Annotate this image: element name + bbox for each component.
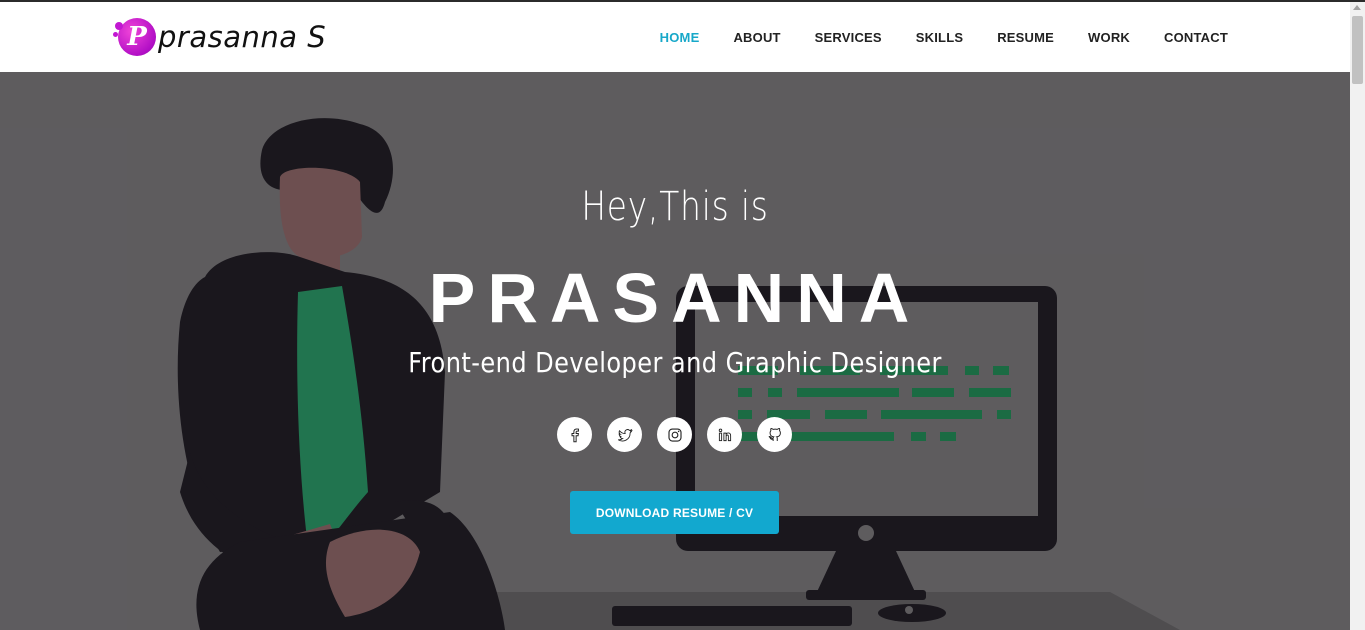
facebook-icon xyxy=(571,428,579,442)
hero-greeting: Hey,This is xyxy=(581,184,769,230)
nav-item-resume[interactable]: RESUME xyxy=(997,30,1054,45)
logo-letter: P xyxy=(127,22,147,52)
github-icon xyxy=(768,427,781,441)
hero-content: Hey,This is PRASANNA Front-end Developer… xyxy=(0,72,1350,630)
nav-item-about[interactable]: ABOUT xyxy=(733,30,780,45)
nav-item-work[interactable]: WORK xyxy=(1088,30,1130,45)
logo[interactable]: P prasanna S xyxy=(113,17,327,57)
logo-text: prasanna S xyxy=(158,20,327,54)
instagram-icon xyxy=(667,427,682,442)
scroll-thumb[interactable] xyxy=(1352,16,1363,84)
linkedin-icon xyxy=(718,428,731,441)
page-scrollbar[interactable] xyxy=(1350,2,1365,630)
hero-role: Front-end Developer and Graphic Designer xyxy=(408,346,942,379)
nav-item-services[interactable]: SERVICES xyxy=(815,30,882,45)
social-links xyxy=(557,417,792,452)
logo-badge-icon: P xyxy=(113,18,156,56)
twitter-icon xyxy=(617,428,633,441)
linkedin-link[interactable] xyxy=(707,417,742,452)
hero-section: Hey,This is PRASANNA Front-end Developer… xyxy=(0,72,1350,630)
twitter-link[interactable] xyxy=(607,417,642,452)
facebook-link[interactable] xyxy=(557,417,592,452)
download-resume-button[interactable]: DOWNLOAD RESUME / CV xyxy=(570,491,779,534)
nav-item-skills[interactable]: SKILLS xyxy=(916,30,963,45)
scroll-up-arrow-icon[interactable] xyxy=(1353,5,1361,10)
nav-item-home[interactable]: HOME xyxy=(660,30,700,45)
nav-item-contact[interactable]: CONTACT xyxy=(1164,30,1228,45)
github-link[interactable] xyxy=(757,417,792,452)
instagram-link[interactable] xyxy=(657,417,692,452)
main-nav: HOME ABOUT SERVICES SKILLS RESUME WORK C… xyxy=(660,2,1228,72)
hero-name: PRASANNA xyxy=(428,259,922,337)
